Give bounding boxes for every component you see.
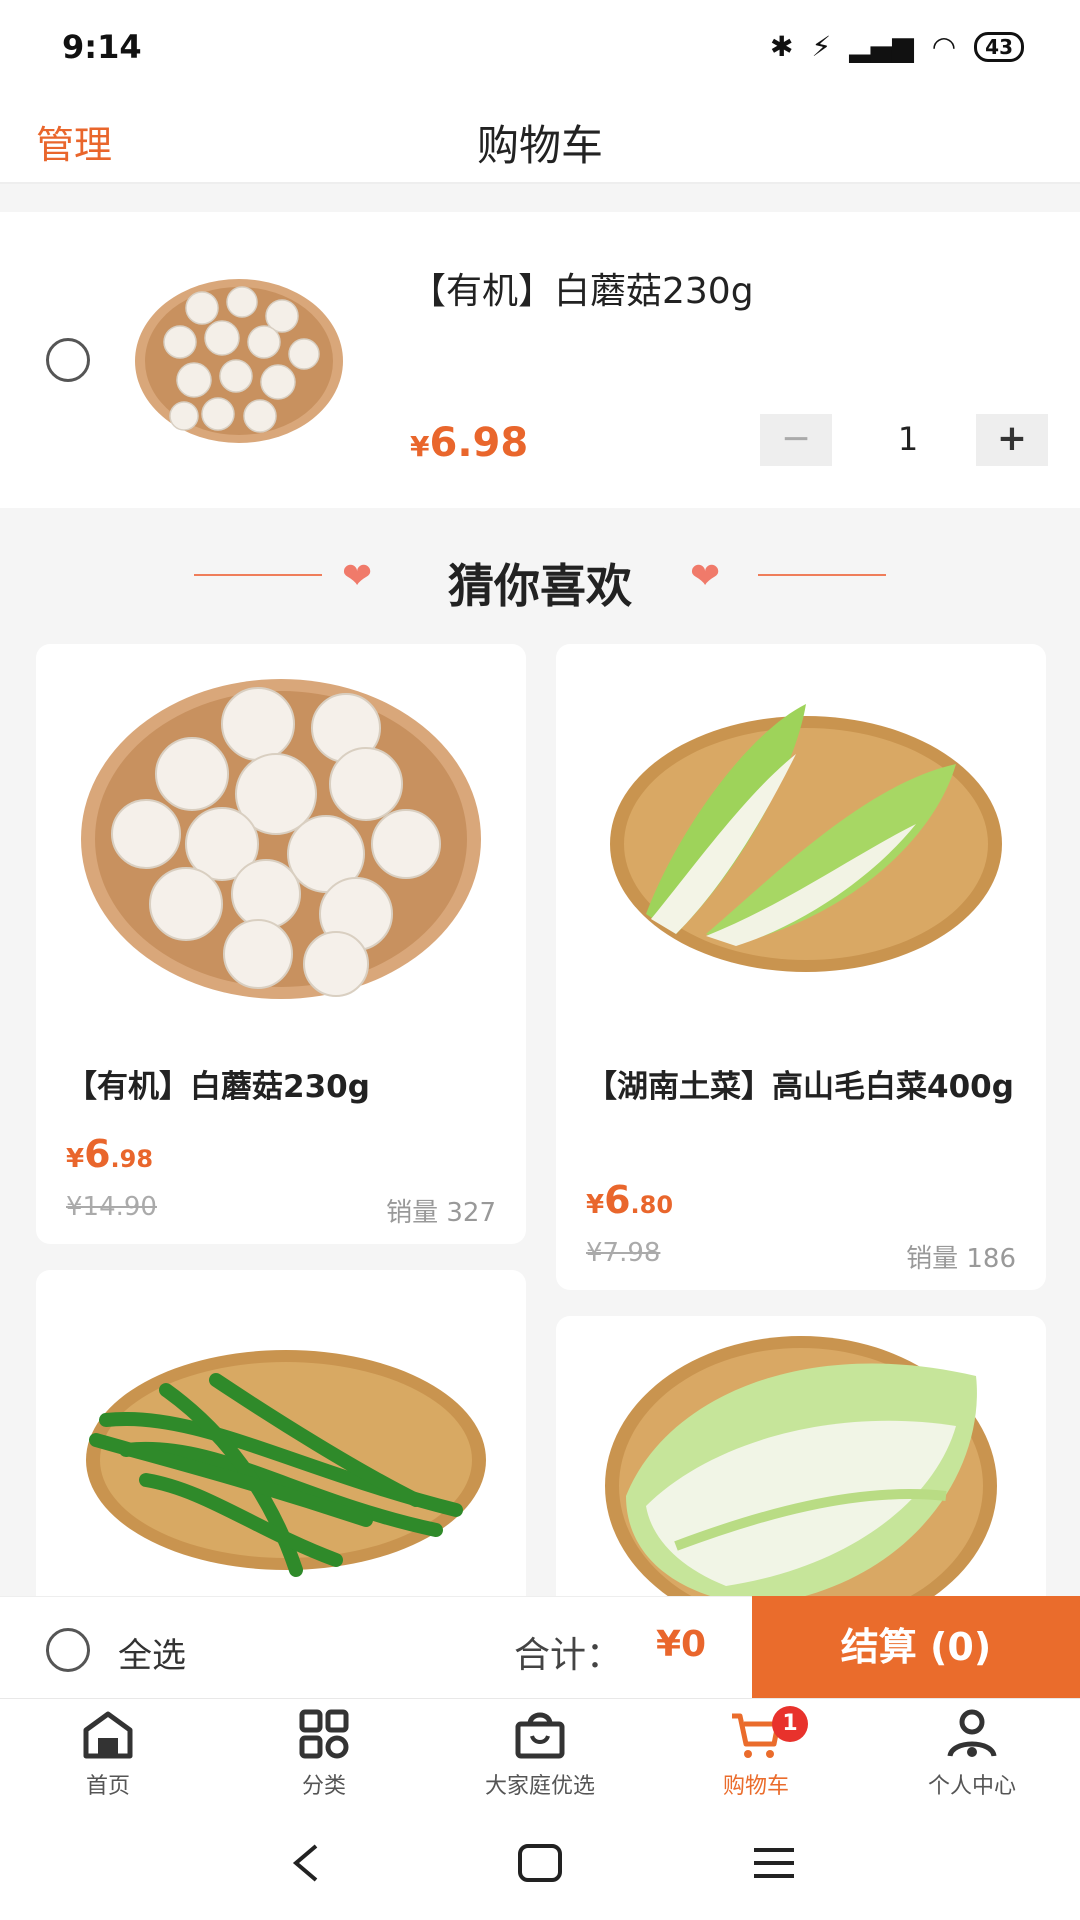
product-name: 【有机】白蘑菇230g — [66, 1069, 370, 1105]
bluetooth-icon: ✱ — [769, 30, 794, 63]
napa-cabbage-product-image[interactable] — [556, 1316, 1046, 1610]
nav-bar: 管理 购物车 — [0, 96, 1080, 184]
tab-label: 个人中心 — [927, 1774, 1016, 1799]
status-bar: 9:14 ✱ ⚡ ▂▄▆ ◠ 43 — [0, 0, 1080, 96]
recommend-title: 猜你喜欢 — [448, 559, 632, 613]
status-icons: ✱ ⚡ ▂▄▆ ◠ 43 — [770, 30, 1024, 63]
menu-icon[interactable] — [744, 1838, 804, 1888]
cart-badge: 1 — [772, 1706, 808, 1742]
home-nav-icon[interactable] — [510, 1838, 570, 1888]
product-price: ¥6.98 — [66, 1132, 154, 1176]
price-value: 6.98 — [429, 420, 529, 466]
checkout-button[interactable]: 结算 (0) — [752, 1596, 1080, 1698]
quantity-minus-button[interactable]: − — [760, 414, 832, 466]
cart-item-name[interactable]: 【有机】白蘑菇230g — [410, 262, 754, 314]
sales-count: 销量 186 — [906, 1244, 1016, 1274]
total-value: ¥0 — [656, 1624, 707, 1665]
heart-icon: ❤ — [690, 556, 721, 597]
home-icon — [83, 1711, 133, 1759]
wifi-icon: ◠ — [931, 30, 957, 63]
grid-icon — [299, 1709, 349, 1759]
vibrate-off-icon: ⚡ — [811, 30, 832, 63]
cabbage-product-image[interactable] — [556, 644, 1046, 1034]
tab-label: 大家庭优选 — [484, 1774, 595, 1799]
signal-hd-icon: ▂▄▆ — [849, 30, 914, 63]
tab-category[interactable]: 分类 — [224, 1706, 424, 1800]
sales-count: 销量 327 — [386, 1198, 496, 1228]
product-card[interactable] — [36, 1270, 526, 1610]
original-price: ¥7.98 — [586, 1238, 661, 1268]
original-price: ¥14.90 — [66, 1192, 157, 1222]
product-card[interactable] — [556, 1316, 1046, 1610]
tab-family-select[interactable]: 大家庭优选 — [440, 1706, 640, 1800]
tab-profile[interactable]: 个人中心 — [872, 1706, 1072, 1800]
battery-icon: 43 — [974, 31, 1024, 62]
product-card[interactable]: 【有机】白蘑菇230g ¥6.98 ¥14.90 销量 327 — [36, 644, 526, 1244]
product-card[interactable]: 【湖南土菜】高山毛白菜400g ¥6.80 ¥7.98 销量 186 — [556, 644, 1046, 1290]
select-all-radio[interactable] — [46, 1628, 90, 1672]
tab-label: 分类 — [301, 1774, 346, 1799]
product-price: ¥6.80 — [586, 1178, 674, 1222]
status-time: 9:14 — [62, 28, 142, 66]
user-icon — [947, 1709, 997, 1757]
mushroom-product-image[interactable] — [132, 276, 346, 446]
quantity-plus-button[interactable]: + — [976, 414, 1048, 466]
price-symbol: ¥ — [410, 430, 430, 463]
item-select-radio[interactable] — [46, 338, 90, 382]
total-label: 合计： — [514, 1635, 623, 1676]
shopping-bag-icon — [515, 1712, 565, 1759]
quantity-value[interactable]: 1 — [880, 420, 936, 458]
mushroom-product-image[interactable] — [36, 644, 526, 1034]
product-name: 【湖南土菜】高山毛白菜400g — [586, 1069, 1014, 1105]
tab-label: 购物车 — [722, 1774, 789, 1799]
tab-home[interactable]: 首页 — [8, 1706, 208, 1800]
tab-cart[interactable]: 1 购物车 — [656, 1706, 856, 1800]
back-icon[interactable] — [278, 1838, 338, 1888]
page-title: 购物车 — [476, 121, 603, 170]
green-pepper-product-image[interactable] — [36, 1270, 526, 1610]
select-all-label[interactable]: 全选 — [118, 1628, 186, 1677]
tab-label: 首页 — [85, 1774, 130, 1799]
cart-item-price: ¥6.98 — [410, 420, 528, 466]
divider-line-right — [758, 574, 886, 576]
